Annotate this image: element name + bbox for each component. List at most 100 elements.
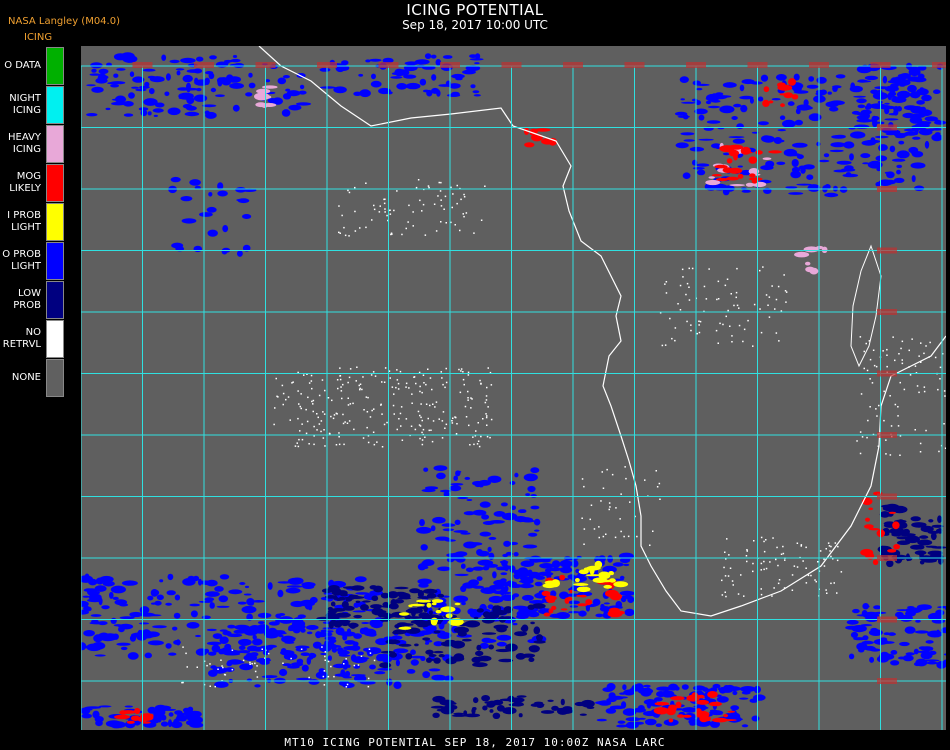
icing-cell [436, 472, 446, 480]
icing-cell [869, 161, 875, 168]
no-retrieval-pixel [698, 324, 700, 326]
no-retrieval-pixel [460, 370, 462, 372]
legend: O DATA NIGHT ICING HEAVY ICING MOG LIKELY I … [0, 47, 65, 400]
icing-cell [116, 68, 126, 71]
icing-cell [419, 519, 425, 527]
icing-cell [410, 659, 419, 666]
icing-cell [123, 113, 134, 117]
no-retrieval-pixel [425, 403, 428, 405]
no-retrieval-pixel [463, 383, 465, 386]
no-retrieval-pixel [359, 383, 362, 385]
no-retrieval-pixel [883, 390, 885, 393]
icing-cell [543, 612, 551, 617]
icing-cell [768, 150, 782, 154]
no-retrieval-pixel [445, 367, 447, 370]
icing-cell [928, 519, 934, 523]
no-retrieval-pixel [944, 395, 946, 397]
icing-cell [788, 192, 804, 195]
icing-cell [726, 158, 733, 164]
icing-cell [451, 73, 465, 79]
no-retrieval-pixel [308, 676, 310, 679]
icing-cell [219, 574, 230, 580]
no-retrieval-pixel [327, 675, 330, 678]
icing-cell [807, 184, 821, 192]
icing-cell [816, 245, 824, 250]
no-retrieval-pixel [729, 325, 731, 327]
legend-label: NO RETRVL [2, 327, 41, 350]
no-retrieval-pixel [429, 377, 432, 379]
icing-cell [369, 664, 376, 670]
no-retrieval-pixel [320, 420, 323, 422]
icing-cell [668, 718, 674, 723]
icing-cell [475, 650, 484, 657]
no-retrieval-pixel [347, 189, 349, 192]
no-retrieval-pixel [872, 349, 875, 351]
icing-cell [875, 135, 889, 139]
no-retrieval-pixel [380, 403, 382, 406]
no-retrieval-pixel [620, 493, 622, 495]
no-retrieval-pixel [456, 423, 458, 425]
icing-cell [181, 712, 187, 716]
no-retrieval-pixel [876, 415, 878, 417]
icing-cell [860, 153, 871, 159]
icing-cell [370, 621, 383, 629]
icing-cell [914, 185, 925, 192]
icing-cell [309, 652, 314, 660]
icing-cell [913, 648, 919, 655]
no-retrieval-pixel [418, 424, 421, 426]
icing-cell [168, 652, 177, 656]
no-retrieval-pixel [338, 436, 340, 438]
no-retrieval-pixel [823, 558, 825, 561]
no-retrieval-pixel [217, 668, 219, 670]
icing-cell [189, 603, 200, 607]
icing-cell [256, 88, 271, 94]
no-retrieval-pixel [424, 436, 426, 438]
icing-cell [248, 72, 253, 78]
no-retrieval-pixel [336, 413, 338, 415]
icing-cell [733, 152, 738, 161]
icing-cell [719, 105, 735, 114]
icing-cell [208, 669, 218, 677]
no-retrieval-pixel [290, 657, 292, 660]
icing-cell [887, 549, 897, 553]
icing-cell [833, 169, 847, 173]
icing-cell [128, 92, 135, 99]
no-retrieval-pixel [473, 443, 475, 446]
icing-cell [351, 656, 368, 664]
icing-cell [518, 713, 523, 718]
no-retrieval-pixel [458, 368, 460, 371]
icing-cell [479, 501, 491, 508]
no-retrieval-pixel [365, 396, 368, 398]
no-retrieval-pixel [408, 204, 410, 207]
icing-cell [868, 528, 880, 531]
no-retrieval-pixel [731, 335, 733, 337]
no-retrieval-pixel [338, 205, 340, 207]
no-retrieval-pixel [297, 371, 299, 374]
no-retrieval-pixel [467, 399, 469, 401]
icing-cell [696, 699, 709, 705]
no-retrieval-pixel [826, 592, 828, 594]
icing-cell [208, 192, 213, 197]
no-retrieval-pixel [348, 235, 350, 237]
icing-cell [291, 577, 304, 585]
icing-cell [589, 566, 595, 575]
icing-cell [534, 581, 543, 587]
icing-cell [881, 504, 896, 508]
no-retrieval-pixel [763, 550, 766, 553]
no-retrieval-pixel [432, 420, 435, 422]
no-retrieval-pixel [310, 380, 313, 382]
no-retrieval-pixel [765, 294, 768, 296]
icing-cell [445, 613, 453, 619]
no-retrieval-pixel [452, 417, 454, 419]
icing-cell [342, 634, 348, 641]
no-retrieval-pixel [359, 227, 361, 229]
icing-cell [481, 637, 492, 643]
no-retrieval-pixel [342, 422, 345, 425]
no-retrieval-pixel [863, 367, 865, 370]
icing-cell [201, 580, 215, 586]
no-retrieval-pixel [620, 530, 622, 533]
no-retrieval-pixel [609, 506, 611, 508]
icing-cell [140, 613, 146, 616]
icing-cell [389, 652, 397, 658]
icing-cell [890, 660, 900, 666]
